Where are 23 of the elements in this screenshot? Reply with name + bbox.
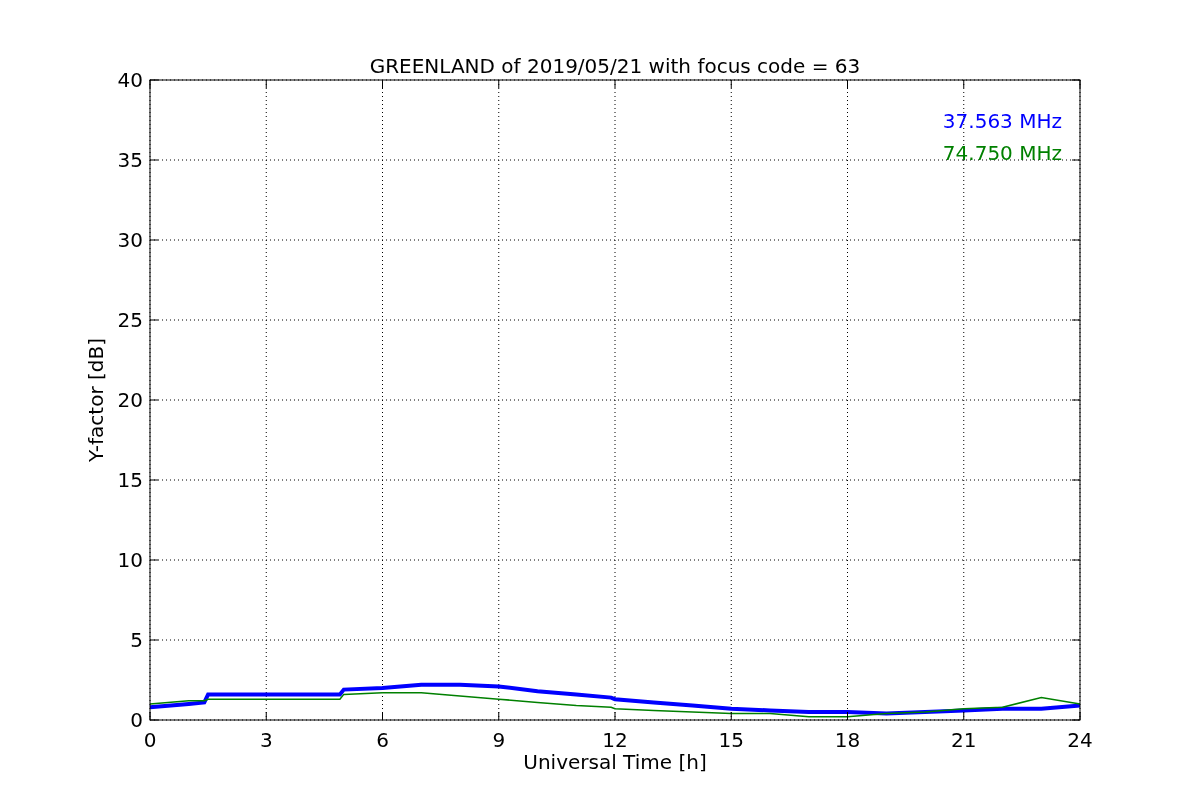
- tick-label: 15: [117, 468, 143, 492]
- legend-label: 37.563 MHz: [942, 109, 1062, 133]
- y-axis-label: Y-factor [dB]: [84, 338, 108, 462]
- tick-label: 5: [130, 628, 143, 652]
- tick-label: 25: [117, 308, 143, 332]
- tick-label: 0: [143, 728, 157, 752]
- tick-label: 0: [130, 708, 143, 732]
- tick-label: 6: [376, 728, 389, 752]
- legend-label: 74.750 MHz: [942, 141, 1062, 165]
- tick-label: 35: [117, 148, 143, 172]
- tick-label: 12: [602, 728, 628, 752]
- tick-label: 30: [117, 228, 143, 252]
- tick-label: 21: [951, 728, 977, 752]
- tick-label: 15: [718, 728, 744, 752]
- x-axis-label: Universal Time [h]: [523, 750, 707, 774]
- tick-label: 10: [117, 548, 143, 572]
- tick-label: 18: [834, 728, 861, 752]
- tick-label: 3: [259, 728, 273, 752]
- tick-label: 40: [117, 68, 143, 92]
- tick-label: 20: [117, 388, 143, 412]
- tick-label: 9: [492, 728, 506, 752]
- tick-label: 24: [1067, 728, 1093, 752]
- chart-title: GREENLAND of 2019/05/21 with focus code = 63: [369, 54, 861, 78]
